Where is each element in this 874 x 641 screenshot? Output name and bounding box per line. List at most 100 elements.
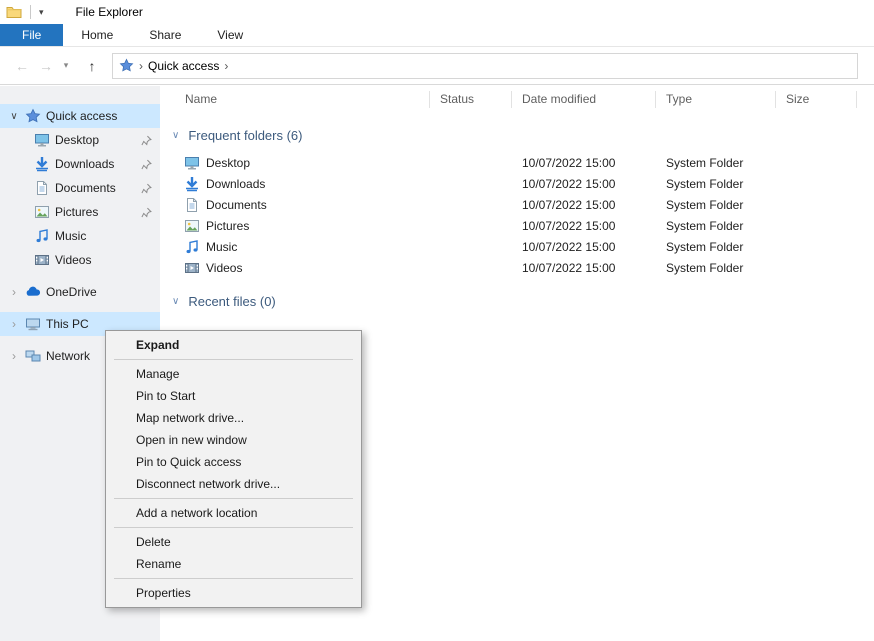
file-type: System Folder [656, 261, 776, 275]
breadcrumb-separator-icon: › [139, 59, 143, 73]
menu-item-add-network-location[interactable]: Add a network location [106, 502, 361, 524]
context-menu: Expand Manage Pin to Start Map network d… [105, 330, 362, 608]
sidebar-item-documents[interactable]: Documents [0, 176, 160, 200]
sidebar-item-label: OneDrive [46, 285, 97, 299]
menu-separator [114, 578, 353, 579]
forward-button[interactable]: → [34, 58, 58, 74]
pin-icon [141, 135, 152, 146]
file-date-modified: 10/07/2022 15:00 [512, 198, 656, 212]
pin-icon [141, 159, 152, 170]
group-label: Recent files (0) [188, 294, 275, 309]
file-name: Documents [206, 198, 267, 212]
pin-icon [141, 207, 152, 218]
tab-view[interactable]: View [199, 24, 261, 46]
file-row-desktop[interactable]: Desktop 10/07/2022 15:00 System Folder [160, 152, 874, 173]
sidebar-item-music[interactable]: Music [0, 224, 160, 248]
breadcrumb-quick-access[interactable]: Quick access [148, 59, 219, 73]
file-type: System Folder [656, 219, 776, 233]
file-date-modified: 10/07/2022 15:00 [512, 156, 656, 170]
music-icon [34, 228, 50, 244]
file-type: System Folder [656, 240, 776, 254]
app-folder-icon [6, 4, 22, 20]
file-row-documents[interactable]: Documents 10/07/2022 15:00 System Folder [160, 194, 874, 215]
sidebar-item-label: Downloads [55, 157, 114, 171]
documents-icon [34, 180, 50, 196]
group-header-frequent-folders[interactable]: ∨ Frequent folders (6) [172, 124, 874, 146]
chevron-right-icon[interactable]: › [8, 349, 20, 363]
file-row-downloads[interactable]: Downloads 10/07/2022 15:00 System Folder [160, 173, 874, 194]
network-icon [25, 348, 41, 364]
downloads-icon [184, 176, 200, 192]
group-header-recent-files[interactable]: ∨ Recent files (0) [172, 290, 874, 312]
sidebar-spacer [0, 272, 160, 280]
menu-item-pin-to-quick-access[interactable]: Pin to Quick access [106, 451, 361, 473]
sidebar-item-downloads[interactable]: Downloads [0, 152, 160, 176]
sidebar-item-desktop[interactable]: Desktop [0, 128, 160, 152]
chevron-right-icon[interactable]: › [8, 285, 20, 299]
tab-file[interactable]: File [0, 24, 63, 46]
file-row-videos[interactable]: Videos 10/07/2022 15:00 System Folder [160, 257, 874, 278]
pictures-icon [34, 204, 50, 220]
menu-item-disconnect-network-drive[interactable]: Disconnect network drive... [106, 473, 361, 495]
column-header-size[interactable]: Size [776, 91, 857, 108]
sidebar-item-label: Desktop [55, 133, 99, 147]
menu-item-map-network-drive[interactable]: Map network drive... [106, 407, 361, 429]
sidebar-item-label: Network [46, 349, 90, 363]
chevron-expanded-icon[interactable]: ∨ [172, 296, 179, 307]
title-bar: ▾ File Explorer [0, 0, 874, 24]
tab-home[interactable]: Home [63, 24, 131, 46]
address-bar[interactable]: › Quick access › [112, 53, 858, 79]
file-row-pictures[interactable]: Pictures 10/07/2022 15:00 System Folder [160, 215, 874, 236]
recent-locations-dropdown-icon[interactable]: ▾ [58, 60, 74, 71]
desktop-icon [34, 132, 50, 148]
menu-item-properties[interactable]: Properties [106, 582, 361, 604]
menu-item-expand[interactable]: Expand [106, 334, 361, 356]
file-name: Music [206, 240, 237, 254]
qat-dropdown-icon[interactable]: ▾ [39, 7, 44, 18]
qat-separator [30, 5, 31, 19]
sidebar-item-label: Videos [55, 253, 91, 267]
column-header-type[interactable]: Type [656, 91, 776, 108]
chevron-right-icon[interactable]: › [8, 317, 20, 331]
file-explorer-window: ▾ File Explorer File Home Share View ← →… [0, 0, 874, 641]
menu-item-delete[interactable]: Delete [106, 531, 361, 553]
menu-separator [114, 498, 353, 499]
group-label: Frequent folders (6) [188, 128, 302, 143]
tab-share[interactable]: Share [131, 24, 199, 46]
sidebar-item-label: Documents [55, 181, 116, 195]
sidebar-item-label: Quick access [46, 109, 117, 123]
menu-separator [114, 359, 353, 360]
sidebar-item-quick-access[interactable]: ∨ Quick access [0, 104, 160, 128]
file-date-modified: 10/07/2022 15:00 [512, 219, 656, 233]
file-type: System Folder [656, 198, 776, 212]
menu-separator [114, 527, 353, 528]
sidebar-item-pictures[interactable]: Pictures [0, 200, 160, 224]
menu-item-pin-to-start[interactable]: Pin to Start [106, 385, 361, 407]
sidebar-spacer [0, 304, 160, 312]
sidebar-item-label: Pictures [55, 205, 98, 219]
file-date-modified: 10/07/2022 15:00 [512, 240, 656, 254]
file-name: Desktop [206, 156, 250, 170]
sidebar-item-onedrive[interactable]: › OneDrive [0, 280, 160, 304]
quick-access-star-icon [25, 108, 41, 124]
sidebar-item-videos[interactable]: Videos [0, 248, 160, 272]
chevron-expanded-icon[interactable]: ∨ [172, 130, 179, 141]
breadcrumb-separator-icon: › [224, 59, 228, 73]
menu-item-rename[interactable]: Rename [106, 553, 361, 575]
pin-icon [141, 183, 152, 194]
file-type: System Folder [656, 156, 776, 170]
column-header-row: Name Status Date modified Type Size [160, 86, 874, 112]
back-button[interactable]: ← [10, 58, 34, 74]
videos-icon [34, 252, 50, 268]
sidebar-item-label: This PC [46, 317, 89, 331]
column-header-date-modified[interactable]: Date modified [512, 91, 656, 108]
file-date-modified: 10/07/2022 15:00 [512, 261, 656, 275]
chevron-expanded-icon[interactable]: ∨ [8, 111, 20, 122]
column-header-status[interactable]: Status [430, 91, 512, 108]
menu-item-manage[interactable]: Manage [106, 363, 361, 385]
up-button[interactable]: ↑ [80, 58, 104, 74]
menu-item-open-in-new-window[interactable]: Open in new window [106, 429, 361, 451]
window-title: File Explorer [76, 5, 143, 19]
file-row-music[interactable]: Music 10/07/2022 15:00 System Folder [160, 236, 874, 257]
column-header-name[interactable]: Name [160, 91, 430, 108]
